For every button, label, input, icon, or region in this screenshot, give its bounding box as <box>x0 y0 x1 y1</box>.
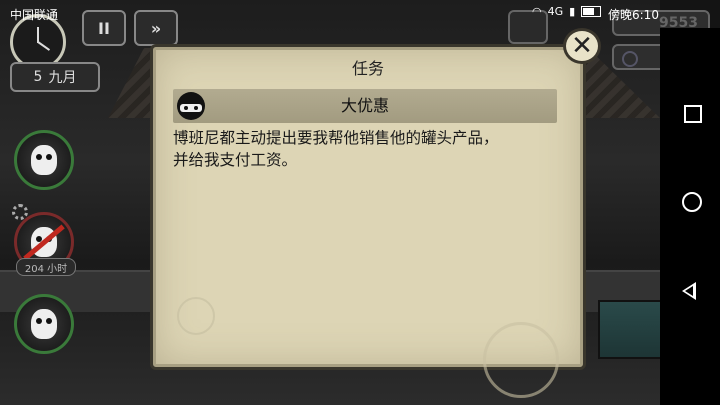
wifi-icon: ◠ <box>532 5 542 18</box>
back-icon[interactable] <box>682 282 696 300</box>
building-window <box>598 300 662 359</box>
quest-header-bar: 大优惠 <box>173 89 557 123</box>
date-month: 九月 <box>48 70 77 86</box>
dialog-title: 任务 <box>351 59 384 78</box>
date-day: 5 <box>33 69 43 85</box>
home-icon[interactable] <box>682 192 702 212</box>
recent-apps-icon[interactable] <box>684 105 702 123</box>
quest-name: 大优惠 <box>340 96 389 115</box>
decorative-emblem <box>483 322 559 398</box>
quest-description: 博班尼都主动提出要我帮他销售他的罐头产品， 并给我支付工资。 <box>173 129 499 169</box>
android-status-bar: 中国联通 ◠ 4G ▮ 傍晚6:10 <box>0 0 720 28</box>
decorative-emblem <box>177 297 215 335</box>
close-button[interactable]: ✕ <box>563 28 601 64</box>
character-face-icon <box>31 309 57 339</box>
status-time: 傍晚6:10 <box>608 8 659 22</box>
close-icon: ✕ <box>571 31 593 61</box>
android-nav-bar <box>660 28 720 405</box>
quest-dialog: 任务 大优惠 博班尼都主动提出要我帮他销售他的罐头产品， 并给我支付工资。 <box>150 44 586 398</box>
character-portrait-3[interactable] <box>14 294 74 354</box>
system-icons: ◠ 4G ▮ <box>532 5 602 18</box>
network-type: 4G <box>547 5 564 18</box>
battery-icon <box>581 6 602 17</box>
game-date: 5 九月 <box>10 62 100 92</box>
timer-badge: 204 小时 <box>16 258 76 276</box>
carrier-name: 中国联通 <box>10 8 59 22</box>
signal-icon: ▮ <box>569 5 576 18</box>
character-face-icon <box>31 145 57 175</box>
character-portrait-1[interactable] <box>14 130 74 190</box>
